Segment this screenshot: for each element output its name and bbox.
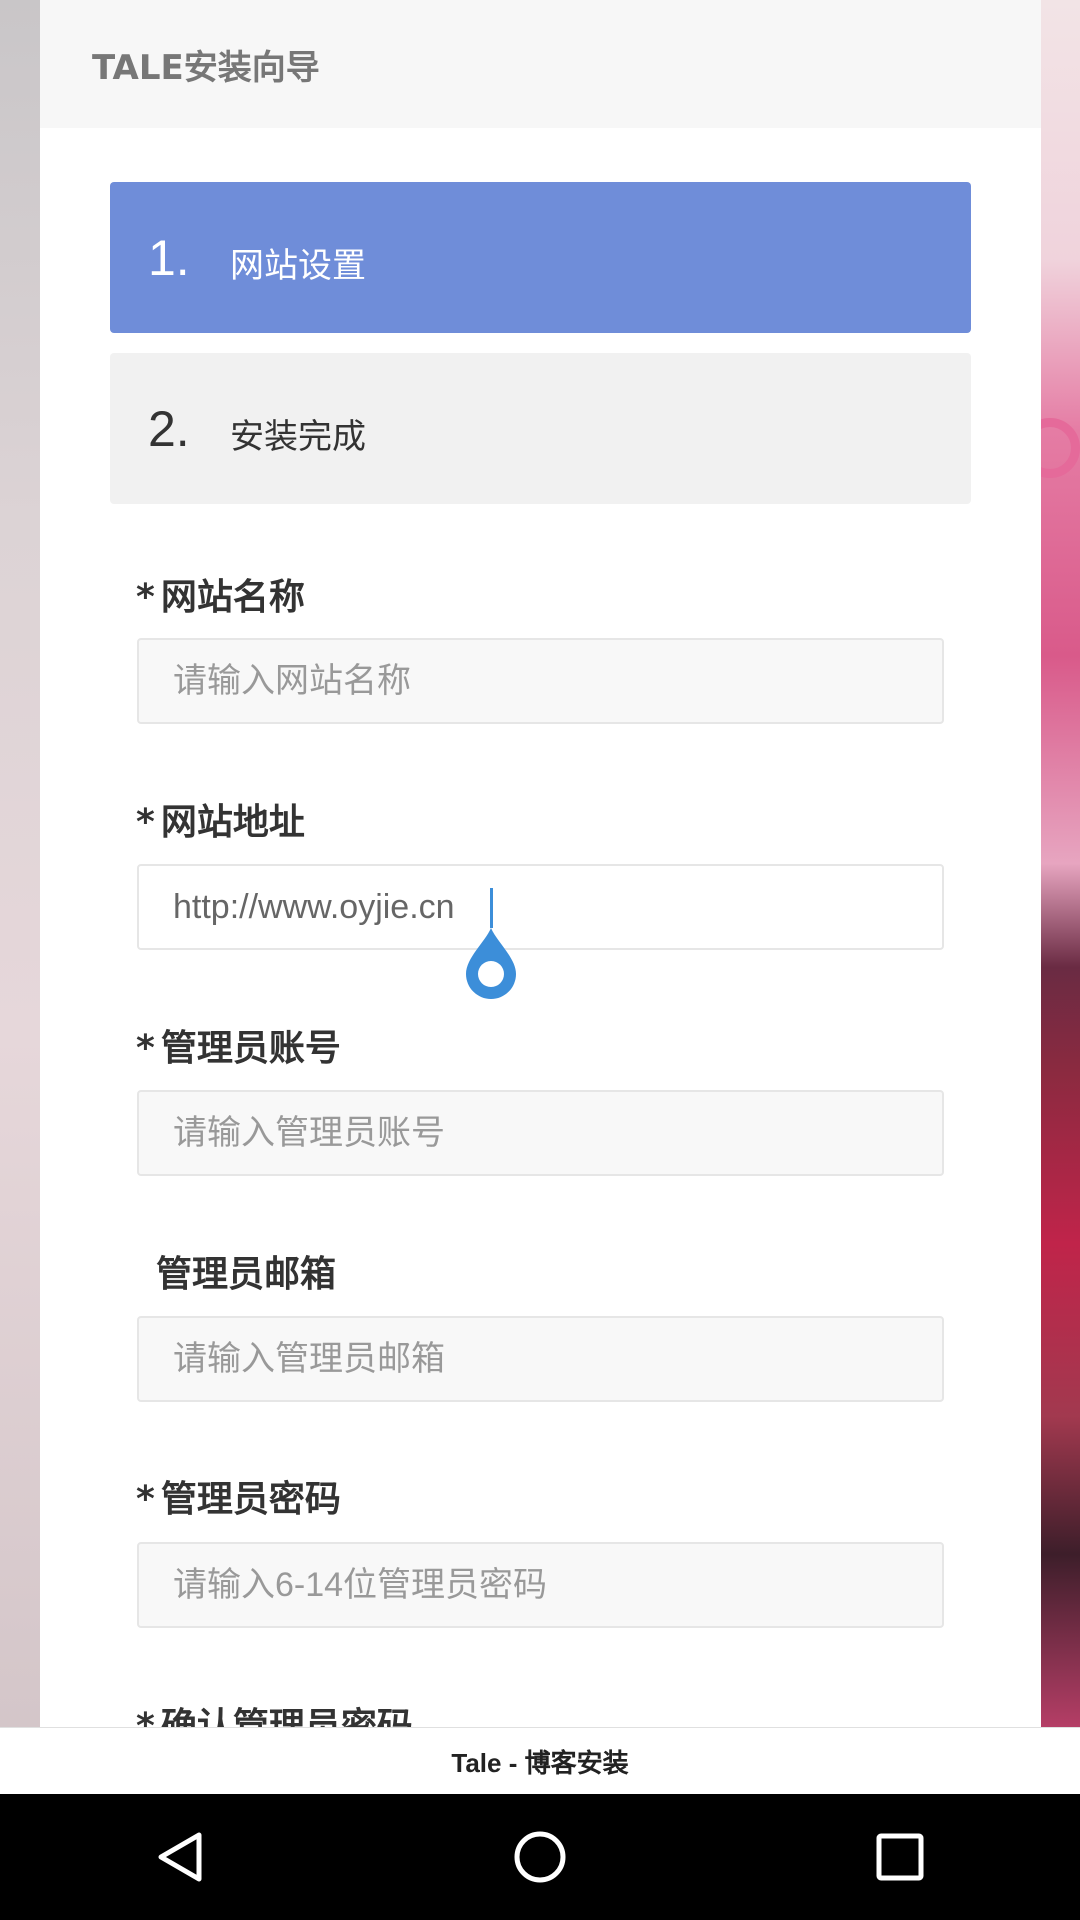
required-mark: * (136, 1706, 155, 1727)
required-mark: * (136, 1028, 155, 1069)
background-right (1041, 0, 1080, 1727)
step-label: 网站设置 (230, 246, 366, 286)
admin-account-input[interactable] (137, 1090, 944, 1176)
confirm-password-label: * 确认管理员密码 (136, 1697, 413, 1727)
recents-button[interactable] (855, 1812, 945, 1902)
required-mark: * (136, 577, 155, 618)
home-button[interactable] (495, 1812, 585, 1902)
label-text: 网站地址 (160, 802, 305, 843)
recents-icon (876, 1833, 924, 1881)
admin-email-input[interactable] (137, 1316, 944, 1402)
site-url-label: * 网站地址 (136, 793, 305, 845)
text-selection-handle-icon[interactable] (466, 928, 516, 1000)
step-number: 1. (148, 229, 190, 286)
install-wizard-card: TALE安装向导 1. 网站设置 2. 安装完成 *网站名称 *网站地址 *管理… (40, 0, 1041, 1727)
page-title-bar: Tale - 博客安装 (0, 1727, 1080, 1795)
required-mark: * (136, 1479, 155, 1520)
admin-password-label: * 管理员密码 (136, 1470, 341, 1522)
site-name-input[interactable] (137, 638, 944, 724)
admin-password-input[interactable] (137, 1542, 944, 1628)
android-nav-bar (0, 1794, 1080, 1920)
background-left (0, 0, 40, 1727)
step-install-complete[interactable]: 2. 安装完成 (110, 353, 971, 504)
label-text: 管理员邮箱 (156, 1254, 337, 1295)
label-text: 网站名称 (160, 577, 305, 618)
back-button[interactable] (135, 1812, 225, 1902)
label-text: 管理员密码 (160, 1479, 341, 1520)
step-label: 安装完成 (230, 417, 366, 457)
label-text: 管理员账号 (160, 1028, 341, 1069)
admin-account-label: * 管理员账号 (136, 1019, 341, 1071)
step-site-settings[interactable]: 1. 网站设置 (110, 182, 971, 333)
home-icon (514, 1831, 566, 1883)
back-icon (158, 1832, 202, 1882)
text-cursor (490, 888, 493, 928)
page-title: Tale - 博客安装 (451, 1748, 629, 1778)
label-text: 确认管理员密码 (160, 1706, 413, 1727)
wizard-title: TALE安装向导 (92, 47, 320, 88)
admin-email-label: 管理员邮箱 (156, 1245, 336, 1297)
step-number: 2. (148, 400, 190, 457)
site-url-input[interactable] (137, 864, 944, 950)
required-mark: * (136, 802, 155, 843)
card-header: TALE安装向导 (40, 0, 1041, 128)
site-name-label: * 网站名称 (136, 568, 305, 620)
